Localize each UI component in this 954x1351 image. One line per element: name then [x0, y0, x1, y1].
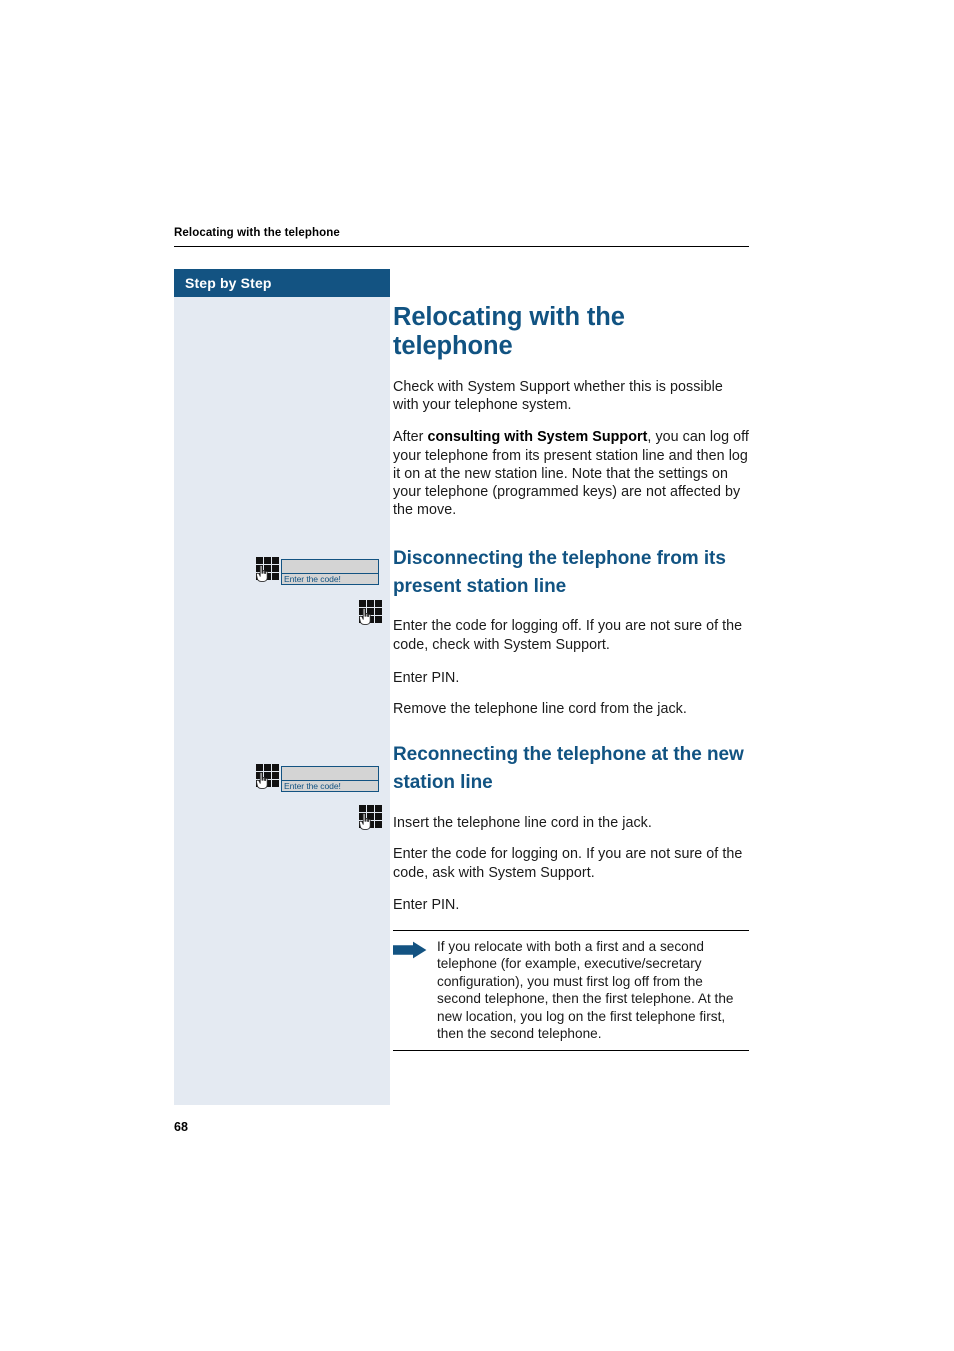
gutter-keypad-icon-logon — [256, 764, 279, 789]
keypad-icon — [359, 600, 382, 625]
step-text-insert-cord: Insert the telephone line cord in the ja… — [393, 815, 652, 832]
display-status-text: Enter the code! — [284, 780, 341, 791]
step-text-enter-pin-1: Enter PIN. — [393, 669, 460, 686]
section-heading-reconnecting: Reconnecting the telephone at the new st… — [393, 744, 744, 794]
hand-pointer-icon — [256, 565, 268, 582]
main-content: Relocating with the telephone Check with… — [393, 269, 749, 1052]
intro-paragraph-2: After consulting with System Support, yo… — [393, 428, 749, 519]
phone-display-logoff: Enter the code! — [281, 559, 379, 585]
running-header-rule — [174, 246, 749, 247]
hand-pointer-icon — [359, 608, 371, 625]
display-status-text: Enter the code! — [284, 573, 341, 584]
hand-pointer-icon — [359, 813, 371, 830]
right-arrow-icon — [393, 941, 427, 959]
phone-display-logon: Enter the code! — [281, 766, 379, 792]
gutter-keypad-icon-pin-2 — [359, 805, 382, 830]
running-header-text: Relocating with the telephone — [174, 227, 340, 239]
keypad-icon — [256, 557, 279, 582]
step-by-step-label: Step by Step — [185, 275, 272, 291]
intro-bold-run: consulting with System Support — [427, 429, 648, 446]
step-text-enter-code-logoff: Enter the code for logging off. If you a… — [393, 618, 743, 653]
note-box: If you relocate with both a first and a … — [393, 930, 749, 1052]
running-header: Relocating with the telephone — [174, 226, 749, 247]
gutter-keypad-icon-pin-1 — [359, 600, 382, 625]
keypad-icon — [256, 764, 279, 789]
step-text-enter-pin-2: Enter PIN. — [393, 896, 460, 913]
hand-pointer-icon — [256, 772, 268, 789]
step-text-remove-cord: Remove the telephone line cord from the … — [393, 701, 687, 718]
intro-prefix: After — [393, 429, 428, 446]
document-page: Relocating with the telephone Step by St… — [0, 0, 954, 1351]
note-text: If you relocate with both a first and a … — [437, 939, 734, 1042]
page-number: 68 — [174, 1120, 188, 1134]
intro-paragraph-1: Check with System Support whether this i… — [393, 379, 723, 414]
step-by-step-header: Step by Step — [174, 269, 390, 297]
section-heading-disconnecting: Disconnecting the telephone from its pre… — [393, 548, 726, 598]
step-text-enter-code-logon: Enter the code for logging on. If you ar… — [393, 846, 743, 881]
gutter-keypad-icon-logoff — [256, 557, 279, 582]
page-title: Relocating with the telephone — [393, 303, 625, 360]
keypad-icon — [359, 805, 382, 830]
step-by-step-panel: Step by Step Enter the code! Enter the c… — [174, 269, 390, 1105]
